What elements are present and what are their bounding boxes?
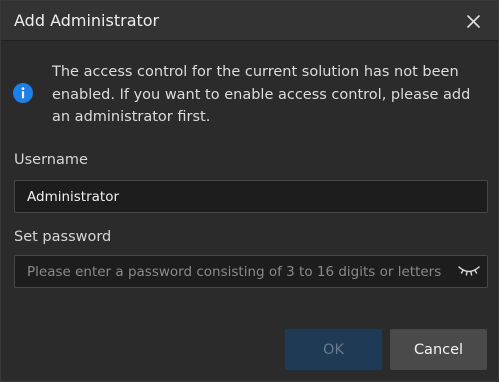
password-label: Set password	[14, 229, 112, 245]
ok-button[interactable]: OK	[285, 329, 382, 370]
password-field-wrapper	[14, 255, 488, 288]
dialog-titlebar: Add Administrator	[1, 1, 498, 41]
eye-closed-icon[interactable]	[458, 265, 480, 279]
close-icon	[466, 14, 480, 28]
username-field-wrapper	[14, 180, 488, 213]
cancel-button[interactable]: Cancel	[390, 329, 487, 370]
info-icon	[13, 83, 33, 103]
add-administrator-dialog: Add Administrator The access control for…	[0, 0, 499, 382]
dialog-title: Add Administrator	[14, 11, 160, 30]
password-input[interactable]	[15, 256, 487, 287]
close-button[interactable]	[462, 10, 484, 32]
username-input[interactable]	[15, 181, 487, 212]
info-message: The access control for the current solut…	[52, 64, 471, 125]
username-label: Username	[14, 152, 88, 168]
